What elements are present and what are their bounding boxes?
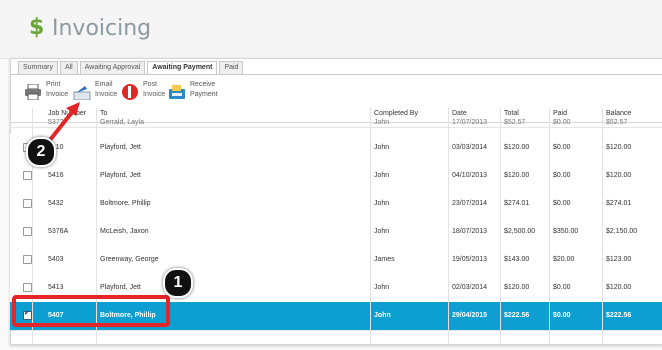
cell-paid: $0.00 (553, 200, 571, 207)
table-row-partial[interactable]: 537? Gerrald, Layla John 17/07/2013 $52.… (10, 116, 662, 128)
column-divider (549, 108, 550, 344)
cash-register-icon (168, 84, 186, 100)
cell-job: 5376A (48, 228, 69, 235)
page: $ Invoicing Summary All Awaiting Approva… (0, 0, 662, 350)
cell-to: Playford, Jett (100, 284, 141, 291)
tab-awaiting-approval[interactable]: Awaiting Approval (79, 61, 146, 74)
cell-job: 5413 (48, 284, 64, 291)
cell-paid: $0.00 (553, 284, 571, 291)
cell-job: 5403 (48, 256, 64, 263)
tab-paid[interactable]: Paid (219, 61, 244, 74)
row-checkbox[interactable] (23, 171, 32, 180)
cell-date: 17/07/2013 (452, 119, 488, 126)
tab-all[interactable]: All (59, 61, 78, 74)
cell-completed-by: John (374, 119, 390, 126)
cell-completed-by: John (374, 284, 390, 291)
cell-total: $52.57 (504, 119, 526, 126)
cell-balance: $52.57 (606, 119, 628, 126)
cell-balance: $2,150.00 (606, 228, 638, 235)
cell-job: 537? (48, 119, 64, 126)
cell-to: Playford, Jett (100, 172, 141, 179)
page-title: Invoicing (52, 16, 152, 41)
cell-completed-by: John (374, 228, 390, 235)
callout-1: 1 (163, 268, 193, 298)
cell-completed-by: John (374, 200, 390, 207)
column-divider (500, 108, 501, 344)
print-invoice-label: Print Invoice (46, 81, 69, 98)
title-bar: $ Invoicing (0, 0, 662, 59)
row-checkbox[interactable] (23, 227, 32, 236)
printer-icon (24, 83, 42, 101)
cell-date: 02/03/2014 (452, 284, 488, 291)
cell-total: $120.00 (504, 284, 530, 291)
cell-date: 23/07/2014 (452, 200, 488, 207)
cell-balance: $222.56 (606, 312, 632, 319)
cell-completed-by: John (374, 144, 390, 151)
cell-to: Greenway, George (100, 256, 159, 263)
row-checkbox[interactable] (23, 255, 32, 264)
cell-total: $120.00 (504, 144, 530, 151)
cell-paid: $0.00 (553, 119, 571, 126)
cell-date: 03/03/2014 (452, 144, 488, 151)
cell-date: 04/10/2013 (452, 172, 488, 179)
cell-total: $143.00 (504, 256, 530, 263)
cell-completed-by: John (374, 172, 390, 179)
cell-paid: $0.00 (553, 172, 571, 179)
tab-awaiting-payment[interactable]: Awaiting Payment (147, 61, 218, 74)
cell-date: 18/07/2013 (452, 228, 488, 235)
cell-balance: $120.00 (606, 144, 632, 151)
selected-row-highlight (12, 295, 170, 327)
column-divider (448, 108, 449, 344)
cell-balance: $274.01 (606, 200, 632, 207)
email-invoice-label: Email Invoice (95, 81, 118, 98)
cell-to: Playford, Jett (100, 144, 141, 151)
cell-job: 5416 (48, 172, 64, 179)
cell-total: $274.01 (504, 200, 530, 207)
post-invoice-label: Post Invoice (143, 81, 166, 98)
cell-total: $222.56 (504, 312, 530, 319)
receive-payment-button[interactable]: Receive Payment (168, 80, 228, 106)
row-checkbox[interactable] (23, 199, 32, 208)
table-row[interactable]: 5410Playford, JettJohn03/03/2014$120.00$… (10, 134, 662, 163)
table-row[interactable]: 5403 Greenway, George James 19/05/2013 $143.… (10, 246, 662, 275)
cell-completed-by: James (374, 256, 395, 263)
tab-bar: Summary All Awaiting Approval Awaiting P… (18, 61, 245, 75)
cell-completed-by: John (374, 312, 391, 319)
cell-total: $120.00 (504, 172, 530, 179)
table-row[interactable]: 5376A McLeish, Jaxon John 18/07/2013 $2,500.… (10, 218, 662, 247)
cell-date: 19/05/2013 (452, 256, 488, 263)
cell-balance: $123.00 (606, 256, 632, 263)
callout-2: 2 (26, 137, 56, 167)
table-row[interactable]: 5416 Playford, Jett John 04/10/2013 $120.00 $… (10, 162, 662, 191)
dollar-icon: $ (29, 15, 45, 40)
cell-job: 5432 (48, 200, 64, 207)
column-divider (370, 108, 371, 344)
cell-paid: $20.00 (553, 256, 575, 263)
receive-payment-label: Receive Payment (190, 81, 218, 98)
cell-balance: $120.00 (606, 284, 632, 291)
cell-to: Gerrald, Layla (100, 119, 144, 126)
cell-paid: $350.00 (553, 228, 579, 235)
post-logo-icon (121, 84, 139, 100)
row-checkbox[interactable] (23, 283, 32, 292)
tab-summary[interactable]: Summary (18, 61, 58, 74)
cell-to: Boltmore, Phillip (100, 200, 151, 207)
cell-balance: $120.00 (606, 172, 632, 179)
email-invoice-button[interactable]: Email Invoice (73, 80, 123, 106)
tab-divider (10, 74, 662, 75)
post-invoice-button[interactable]: Post Invoice (121, 80, 171, 106)
cell-to: McLeish, Jaxon (100, 228, 149, 235)
cell-paid: $0.00 (553, 312, 571, 319)
email-icon (73, 84, 91, 101)
column-divider (602, 108, 603, 344)
cell-date: 29/04/2015 (452, 312, 488, 319)
table-row[interactable]: 5432 Boltmore, Phillip John 23/07/2014 $274.… (10, 190, 662, 219)
cell-total: $2,500.00 (504, 228, 536, 235)
toolbar: Print Invoice Email Invoice Post Invoice… (10, 76, 662, 106)
cell-paid: $0.00 (553, 144, 571, 151)
